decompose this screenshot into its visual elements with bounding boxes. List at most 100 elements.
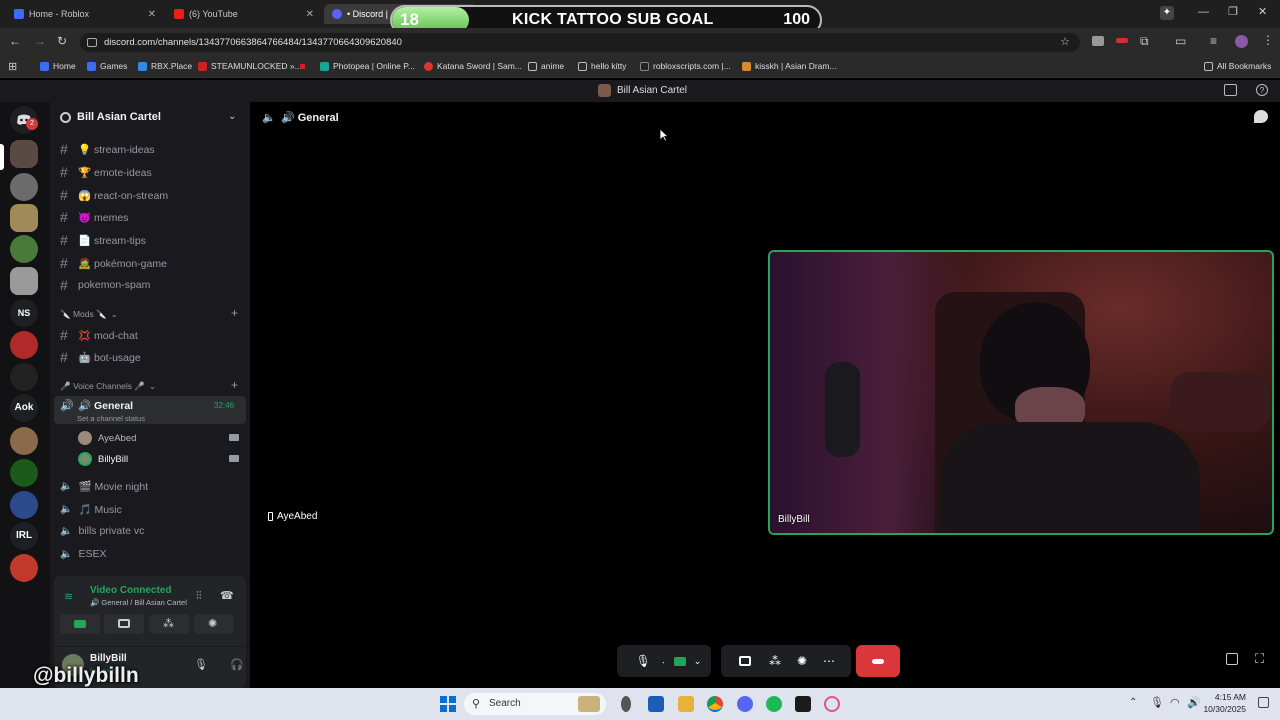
server-aok[interactable]: Aok [10,394,38,422]
fullscreen-icon[interactable]: ⛶ [1255,651,1264,667]
activities-icon[interactable]: ⁂ [769,654,781,668]
server-icon-14[interactable] [10,554,38,582]
channel-mod-chat[interactable]: # 💢 mod-chat [60,327,138,343]
soundboard-icon[interactable]: ✺ [797,654,807,668]
apps-grid-icon[interactable]: ⊞ [8,60,17,73]
server-icon-11[interactable] [10,459,38,487]
back-icon[interactable]: ← [9,34,21,48]
bookmark-red-icon[interactable] [300,64,305,69]
bookmark-robloxscripts[interactable]: robloxscripts.com |... [640,61,731,71]
spotify-icon[interactable] [766,696,782,712]
channel-stream-tips[interactable]: # 📄 stream-tips [60,232,146,248]
voice-channel-bills-private-vc[interactable]: 🔈 bills private vc [60,525,144,537]
screen-share-icon[interactable] [738,656,751,666]
taskbar-search-input[interactable]: ⚲ Search [464,693,606,715]
wifi-icon[interactable]: ◠ [1170,696,1180,709]
reload-icon[interactable]: ↻ [57,34,67,48]
voice-member-ayeabed[interactable]: AyeAbed [78,431,136,445]
copilot-icon[interactable] [621,696,631,712]
server-ns[interactable]: NS [10,299,38,327]
store-icon[interactable] [648,696,664,712]
headphones-icon[interactable]: 🎧 [230,658,244,671]
participant-tile-billybill[interactable]: BillyBill [768,250,1274,535]
browser-menu-icon[interactable]: ⋮ [1262,33,1274,47]
file-explorer-icon[interactable] [678,696,694,712]
bookmark-home[interactable]: Home [40,61,76,71]
chrome-icon[interactable] [707,696,723,712]
bookmark-hello-kitty[interactable]: hello kitty [578,61,626,71]
bookmark-rbxplace[interactable]: RBX.Place [138,61,192,71]
close-window-icon[interactable]: ✕ [1258,5,1267,18]
discord-taskbar-icon[interactable] [737,696,753,712]
bookmark-katana[interactable]: Katana Sword | Sam... [424,61,522,71]
puzzle-icon[interactable]: ⧉ [1140,34,1149,49]
mic-tray-icon[interactable]: 🎙 [1150,696,1164,709]
extension-red-icon[interactable] [1116,38,1128,43]
channel-pokemon-game[interactable]: # 🧟 pokémon-game [60,255,167,271]
channel-react-on-stream[interactable]: # 😱 react-on-stream [60,187,168,203]
disconnect-icon[interactable]: ☎ [220,589,234,602]
channel-bot-usage[interactable]: # 🤖 bot-usage [60,349,141,365]
server-icon-8[interactable] [10,363,38,391]
camera-toggle-button[interactable]: ⌄ [664,645,711,677]
bookmark-photopea[interactable]: Photopea | Online P... [320,61,415,71]
channel-pokemon-spam[interactable]: # pokemon-spam [60,277,150,293]
screen-share-button[interactable] [104,614,144,634]
opera-icon[interactable] [824,696,840,712]
sparkle-icon[interactable]: ✦ [1160,6,1174,20]
minimize-icon[interactable]: — [1198,6,1209,18]
voice-channel-esex[interactable]: 🔈 ESEX [60,548,106,560]
close-tab-icon[interactable]: ✕ [306,9,314,20]
bookmark-star-icon[interactable]: ☆ [1060,33,1070,52]
clock-date[interactable]: 10/30/2025 [1200,704,1246,714]
close-tab-icon[interactable]: ✕ [148,9,156,20]
chevron-up-icon[interactable]: ⌃ [1129,697,1137,708]
server-bill-asian-cartel[interactable] [10,140,38,168]
pop-out-icon[interactable] [1226,653,1238,665]
category-voice-channels[interactable]: 🎤 Voice Channels 🎤 ⌄ [60,381,156,392]
server-icon-5[interactable] [10,267,38,295]
downloads-icon[interactable]: ≡ [1210,34,1217,48]
server-icon-4[interactable] [10,235,38,263]
bookmark-games[interactable]: Games [87,61,127,71]
all-bookmarks[interactable]: All Bookmarks [1204,61,1271,71]
disconnect-call-button[interactable] [856,645,900,677]
voice-channel-music[interactable]: 🔈 🎵 Music [60,503,122,516]
bookmark-kisskh[interactable]: kisskh | Asian Dram... [742,61,837,71]
server-icon-3[interactable] [10,204,38,232]
channel-stream-ideas[interactable]: # 💡 stream-ideas [60,141,155,157]
url-input[interactable]: discord.com/channels/1343770663864766484… [80,33,1080,52]
add-channel-icon[interactable]: + [231,306,238,320]
channel-memes[interactable]: # 😈 memes [60,209,128,225]
app-icon[interactable] [795,696,811,712]
forward-icon[interactable]: → [34,34,46,48]
server-icon-2[interactable] [10,173,38,201]
chevron-down-icon[interactable]: ⌄ [228,111,236,122]
video-toggle-button[interactable] [60,614,100,634]
server-icon-7[interactable] [10,331,38,359]
windows-start-icon[interactable] [440,696,456,712]
voice-member-billybill[interactable]: BillyBill [78,452,128,466]
chat-bubble-icon[interactable] [1254,110,1268,123]
cast-icon[interactable]: ▭ [1175,34,1186,48]
extension-icon[interactable] [1092,36,1104,46]
activities-button[interactable]: ⁂ [149,614,189,634]
bookmark-steamunlocked[interactable]: STEAMUNLOCKED »... [198,61,302,71]
volume-icon[interactable]: 🔊 [1187,696,1201,709]
help-icon[interactable]: ? [1256,84,1268,96]
add-voice-channel-icon[interactable]: + [231,378,238,392]
server-irl[interactable]: IRL [10,522,38,550]
noise-suppression-icon[interactable]: ⫶⫶ [196,590,202,603]
profile-avatar[interactable] [1235,35,1248,48]
notifications-icon[interactable] [1258,697,1269,708]
tab-youtube[interactable]: (6) YouTube ✕ [166,4,322,24]
more-options-icon[interactable]: ⋯ [823,654,835,668]
inbox-icon[interactable] [1224,84,1237,96]
maximize-icon[interactable]: ❐ [1228,5,1238,18]
server-icon-10[interactable] [10,427,38,455]
tab-roblox[interactable]: Home - Roblox ✕ [6,4,164,24]
soundboard-button[interactable]: ✺ [194,614,234,634]
channel-status[interactable]: Set a channel status [77,414,145,423]
category-mods[interactable]: 🔪 Mods 🔪 ⌄ [60,309,118,320]
server-icon-12[interactable] [10,491,38,519]
